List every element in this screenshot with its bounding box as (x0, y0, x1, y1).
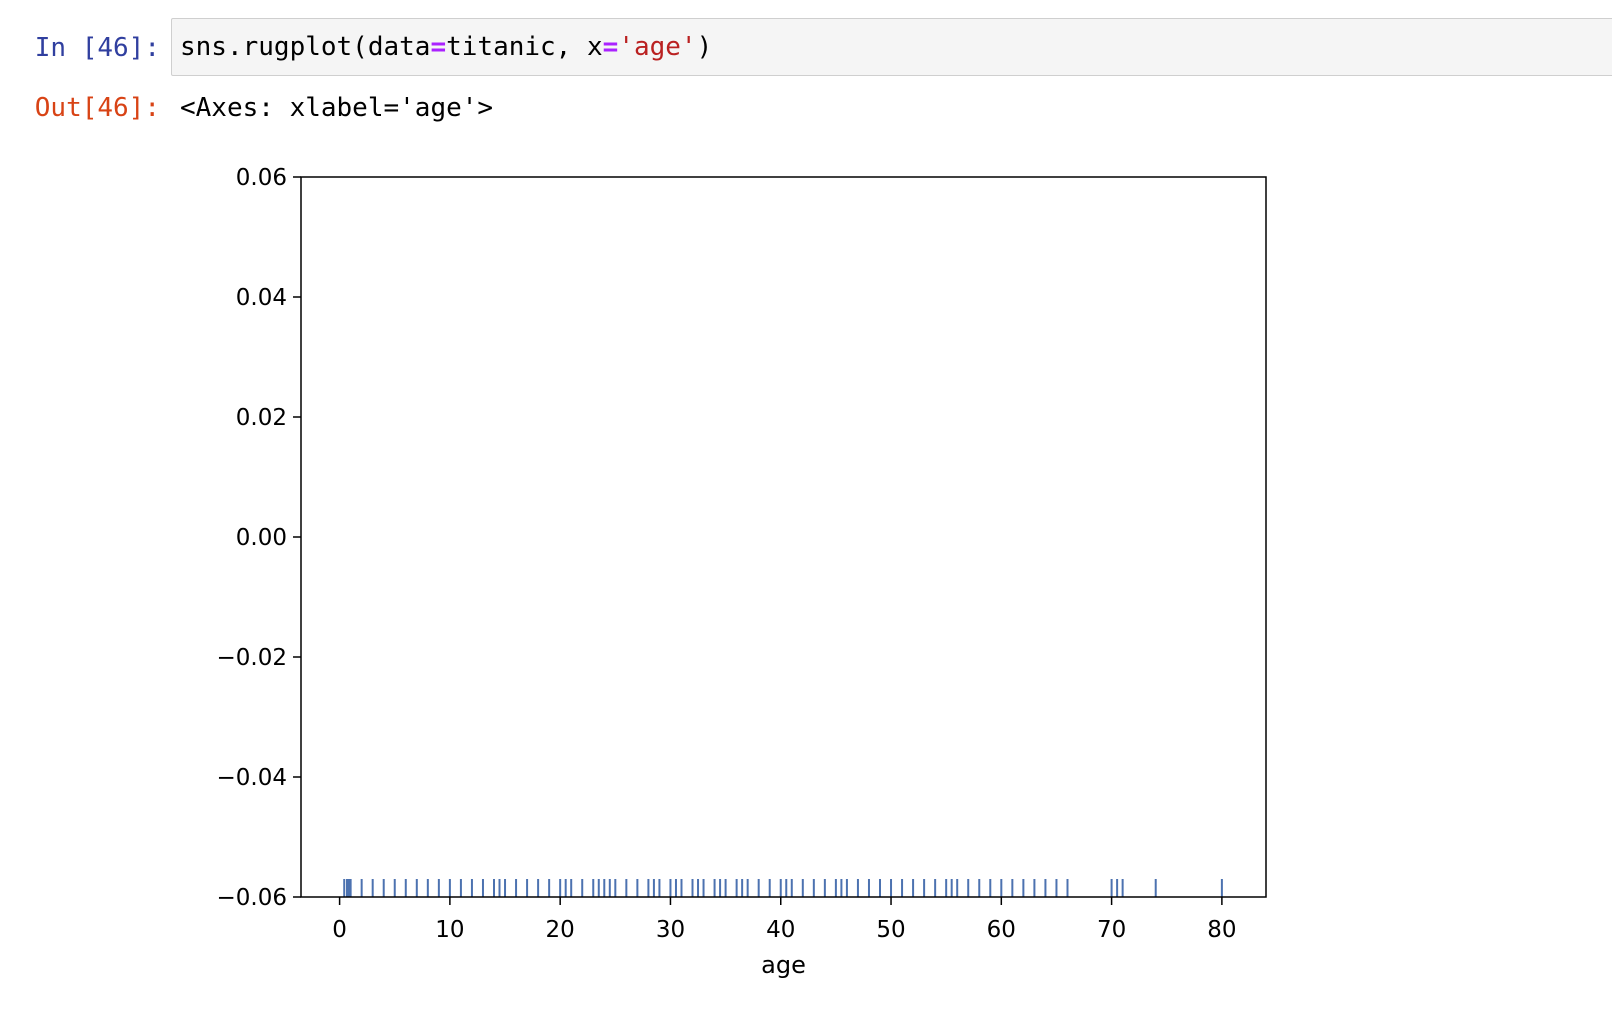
y-tick-label: −0.02 (217, 645, 287, 671)
y-tick-label: 0.04 (236, 285, 287, 311)
x-tick-label: 0 (332, 917, 347, 943)
axes-frame (300, 176, 1267, 898)
x-tick-label: 80 (1207, 917, 1236, 943)
x-tick-label: 60 (987, 917, 1016, 943)
y-tick-label: −0.06 (217, 885, 287, 911)
y-tick-label: 0.06 (236, 165, 287, 191)
y-tick-label: −0.04 (217, 765, 287, 791)
y-tick-label: 0.00 (236, 525, 287, 551)
x-tick-label: 50 (876, 917, 905, 943)
x-tick-label: 30 (656, 917, 685, 943)
x-tick-label: 70 (1097, 917, 1126, 943)
x-tick-label: 40 (766, 917, 795, 943)
x-tick-label: 20 (546, 917, 575, 943)
rugplot-chart: 0.06 0.04 0.02 0.00 −0.02 −0.04 −0.06 0 10 20 30 40… (217, 165, 1267, 979)
x-tick-label: 10 (435, 917, 464, 943)
y-tick-label: 0.02 (236, 405, 287, 431)
x-axis-label: age (761, 951, 806, 979)
